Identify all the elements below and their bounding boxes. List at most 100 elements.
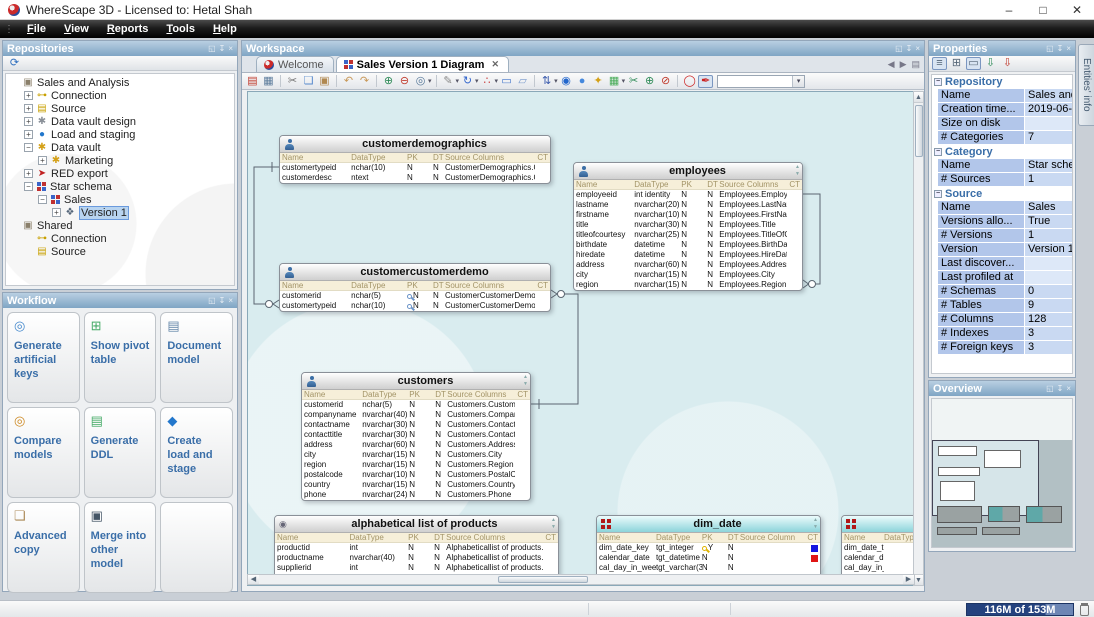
memory-usage-indicator[interactable]: 116M of 153M [966, 603, 1074, 616]
add-entity-icon[interactable]: ▦ [607, 75, 622, 88]
list-view-icon[interactable]: ≡ [932, 57, 947, 70]
zoom-icon[interactable]: ◎ [413, 75, 428, 88]
vertical-scrollbar[interactable]: ▲ ▼ [913, 91, 924, 586]
relayout-icon-dropdown[interactable]: ▾ [475, 77, 479, 85]
pin-icon[interactable]: ↧ [1057, 45, 1064, 53]
entity-attribute-row[interactable]: dim_date_keytgt_integerYN [597, 543, 820, 553]
entity-attribute-row[interactable]: phonenvarchar(24)NNCustomers.Phone [302, 490, 530, 500]
marquee-icon[interactable]: ▱ [515, 75, 530, 88]
property-row[interactable]: # Columns128 [938, 313, 1072, 326]
tree-view-icon[interactable]: ⊞ [949, 57, 964, 70]
entity-employees[interactable]: employees▲▼NameDataTypePKDTSource Column… [573, 162, 803, 291]
close-icon[interactable]: × [1066, 385, 1071, 393]
entity-header[interactable]: customerdemographics [280, 136, 550, 153]
entity-attribute-row[interactable]: supplieridintNNAlphabeticallist of produ… [275, 563, 558, 573]
tree-item-connection[interactable]: ⊶Connection [6, 232, 234, 245]
entity-attribute-row[interactable]: cal_day_in_week [842, 563, 915, 573]
tree-item-connection[interactable]: +⊶Connection [6, 89, 234, 102]
entity-attribute-row[interactable]: citynvarchar(15)NNCustomers.City [302, 450, 530, 460]
vertical-scroll-thumb[interactable] [915, 105, 923, 157]
pin-icon[interactable]: ↧ [906, 45, 913, 53]
collapse-icon[interactable]: − [934, 148, 942, 156]
property-row[interactable]: VersionVersion 1 [938, 243, 1072, 256]
pin-icon[interactable]: ↧ [1057, 385, 1064, 393]
close-icon[interactable]: × [228, 45, 233, 53]
property-row[interactable]: # Tables9 [938, 299, 1072, 312]
property-row[interactable]: # Sources1 [938, 173, 1072, 186]
entity-attribute-row[interactable]: contactnamenvarchar(30)NNCustomers.Conta… [302, 420, 530, 430]
tree-item-source[interactable]: +▤Source [6, 102, 234, 115]
tree-expander[interactable]: + [24, 130, 33, 139]
entity-header[interactable]: dim_date▲▼ [597, 516, 820, 533]
entity-attribute-row[interactable]: addressnvarchar(60)NNEmployees.Address [574, 260, 802, 270]
sort-icon-dropdown[interactable]: ▾ [554, 77, 558, 85]
horizontal-scroll-thumb[interactable] [498, 576, 588, 583]
property-section-repository[interactable]: −Repository [932, 75, 1072, 89]
entity-scroll-icons[interactable]: ▲▼ [523, 374, 528, 388]
export-image-icon[interactable]: ▤ [245, 75, 260, 88]
copy-icon[interactable]: ❏ [301, 75, 316, 88]
tree-item-red-export[interactable]: +➤RED export [6, 167, 234, 180]
entity-attribute-row[interactable]: hiredatedatetimeNNEmployees.HireDate [574, 250, 802, 260]
property-row[interactable]: Creation time...2019-06-10 10:... [938, 103, 1072, 116]
sort-icon[interactable]: ⇅ [539, 75, 554, 88]
tree-item-load-and-staging[interactable]: +●Load and staging [6, 128, 234, 141]
forbid-icon[interactable]: ⊘ [658, 75, 673, 88]
tree-expander[interactable]: + [24, 169, 33, 178]
float-icon[interactable]: ◱ [1046, 385, 1054, 393]
tree-item-shared[interactable]: ▣Shared [6, 219, 234, 232]
entity-attribute-row[interactable]: customerdescntextNNCustomerDemographics.… [280, 173, 550, 183]
entities-info-tab[interactable]: Entities' info [1078, 44, 1094, 126]
expand-all-icon[interactable]: ⇩ [983, 57, 998, 70]
scroll-left-icon[interactable]: ◀ [248, 575, 259, 584]
entity-attribute-row[interactable]: dim_date_teradata [842, 543, 915, 553]
relationship-icon-dropdown[interactable]: ▾ [495, 77, 499, 85]
entity-header[interactable]: ▲▼ [842, 516, 915, 533]
close-icon[interactable]: × [1066, 45, 1071, 53]
entity-customers[interactable]: customers▲▼NameDataTypePKDTSource Column… [301, 372, 531, 501]
workflow-card-create-load-and-stage[interactable]: ◆Create load and stage [160, 407, 233, 498]
combobox-dropdown-icon[interactable]: ▾ [792, 76, 804, 87]
pin-icon[interactable]: ↧ [219, 297, 226, 305]
entity-attribute-row[interactable]: customertypeidnchar(10)NNCustomerDemogra… [280, 163, 550, 173]
property-row[interactable]: NameSales and Analy... [938, 89, 1072, 102]
entity-attribute-row[interactable]: cal_day_in_weektgt_varchar(3)NN [597, 563, 820, 573]
close-button[interactable]: ✕ [1060, 0, 1094, 19]
tree-item-marketing[interactable]: +✱Marketing [6, 154, 234, 167]
tree-expander[interactable]: − [24, 143, 33, 152]
tab-close-icon[interactable]: ✕ [491, 59, 499, 70]
diagram-canvas[interactable]: customerdemographicsNameDataTypePKDTSour… [247, 91, 915, 586]
pan-back-icon[interactable]: ↶ [341, 75, 356, 88]
tree-item-sales-and-analysis[interactable]: ▣Sales and Analysis [6, 76, 234, 89]
split-icon[interactable]: ✂ [626, 75, 641, 88]
entity-attribute-row[interactable]: regionnvarchar(15)NNCustomers.Region [302, 460, 530, 470]
workflow-card-compare-models[interactable]: ◎Compare models [7, 407, 80, 498]
overview-minimap[interactable] [931, 398, 1073, 548]
property-row[interactable]: # Categories7 [938, 131, 1072, 144]
menu-file[interactable]: File [18, 20, 55, 38]
workflow-card-document-model[interactable]: ▤Document model [160, 312, 233, 403]
property-row[interactable]: Size on disk [938, 117, 1072, 130]
property-row[interactable]: # Indexes3 [938, 327, 1072, 340]
property-row[interactable]: # Foreign keys3 [938, 341, 1072, 354]
scroll-up-icon[interactable]: ▲ [914, 92, 923, 103]
maximize-button[interactable]: □ [1026, 0, 1060, 19]
paste-icon[interactable]: ▣ [317, 75, 332, 88]
entity-attribute-row[interactable]: addressnvarchar(60)NNCustomers.Address [302, 440, 530, 450]
float-icon[interactable]: ◱ [895, 45, 903, 53]
tree-expander[interactable]: − [24, 182, 33, 191]
entity-customercustomerdemo[interactable]: customercustomerdemoNameDataTypePKDTSour… [279, 263, 551, 312]
pan-forward-icon[interactable]: ↷ [357, 75, 372, 88]
menu-view[interactable]: View [55, 20, 98, 38]
menu-tools[interactable]: Tools [157, 20, 204, 38]
entity-attribute-row[interactable]: customeridnchar(5)NNCustomerCustomerDemo… [280, 291, 550, 301]
entity-header[interactable]: customercustomerdemo [280, 264, 550, 281]
tab-sales-version-1-diagram[interactable]: Sales Version 1 Diagram✕ [336, 56, 509, 72]
entity-attribute-row[interactable]: lastnamenvarchar(20)NNEmployees.LastName [574, 200, 802, 210]
print-icon[interactable]: ▦ [261, 75, 276, 88]
entity-attribute-row[interactable]: companynamenvarchar(40)NNCustomers.Compa… [302, 410, 530, 420]
zoom-in-icon[interactable]: ⊕ [381, 75, 396, 88]
ellipse-tool-icon[interactable]: ◯ [682, 75, 697, 88]
property-row[interactable]: Last profiled at [938, 271, 1072, 284]
entity-attribute-row[interactable]: firstnamenvarchar(10)NNEmployees.FirstNa… [574, 210, 802, 220]
